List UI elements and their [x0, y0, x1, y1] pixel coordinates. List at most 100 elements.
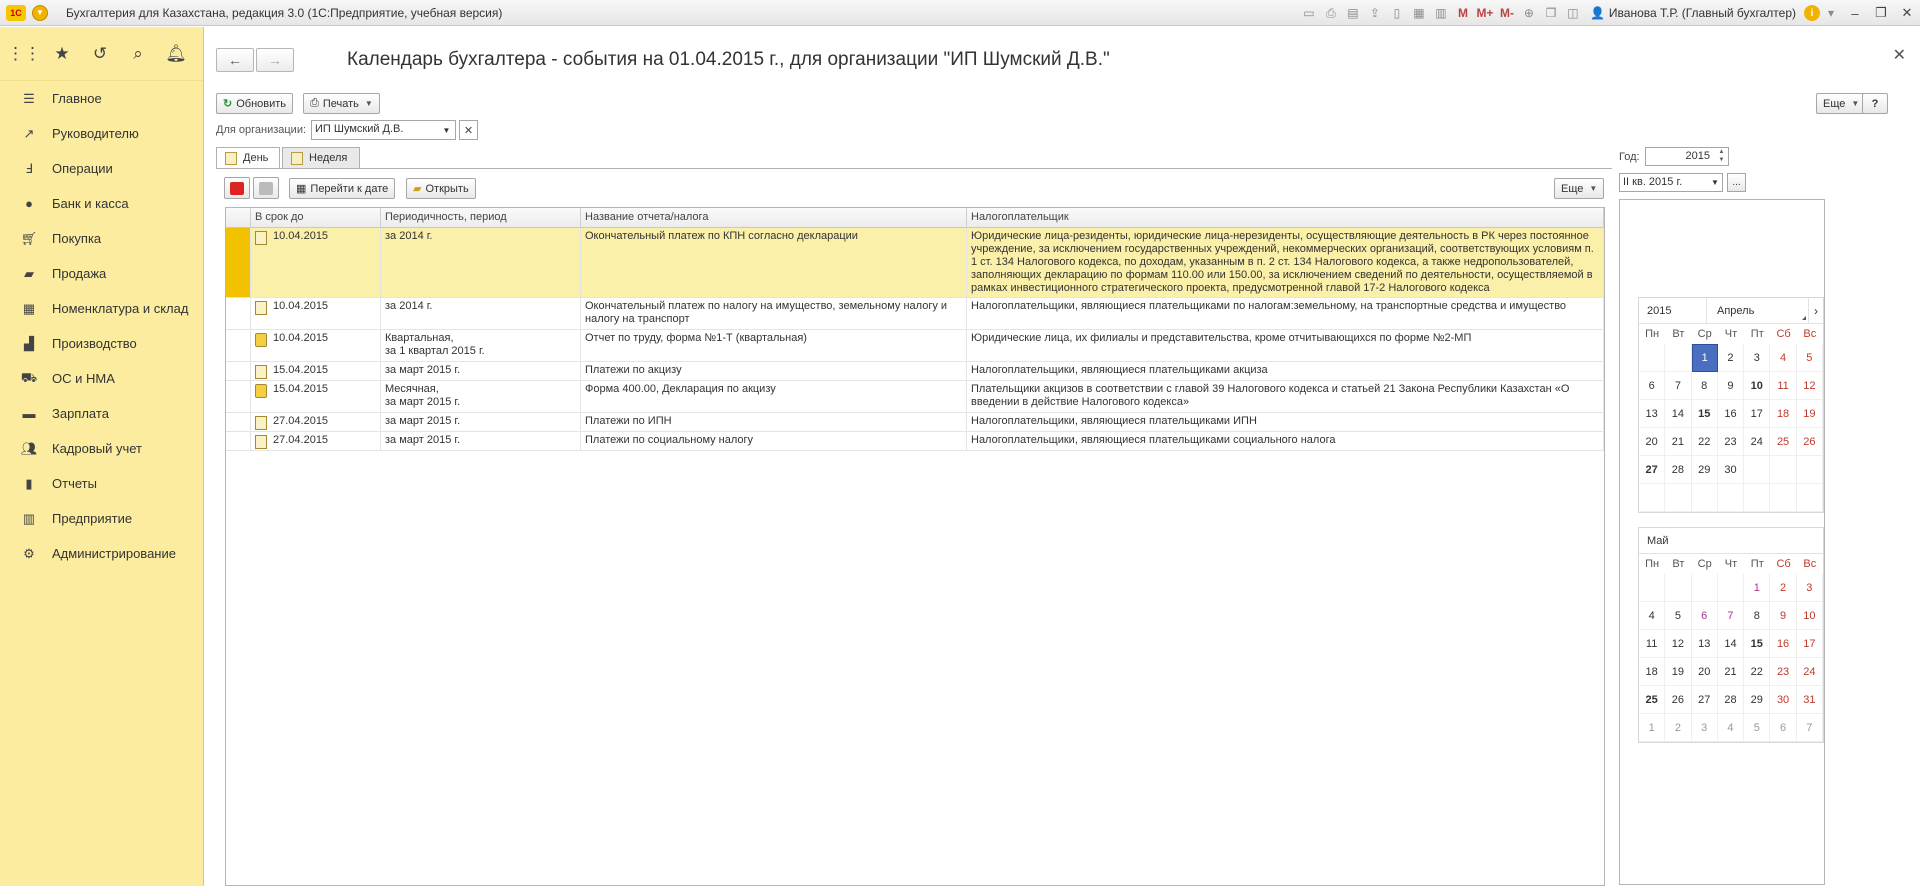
table-row[interactable]: 10.04.2015 за 2014 г. Окончательный плат… [226, 298, 1604, 330]
calendar-day[interactable]: 10 [1796, 602, 1823, 630]
sidebar-item-admin[interactable]: ⚙ Администрирование [0, 536, 203, 571]
calendar-day[interactable]: 13 [1639, 400, 1666, 428]
calendar-day[interactable]: 31 [1796, 686, 1823, 714]
current-user[interactable]: 👤 Иванова Т.Р. (Главный бухгалтер) [1590, 6, 1796, 20]
document-icon[interactable]: ▯ [1386, 2, 1408, 24]
calendar-day[interactable]: 1 [1744, 574, 1771, 602]
column-header-period[interactable]: Периодичность, период [381, 208, 581, 227]
copy-icon[interactable]: ❐ [1540, 2, 1562, 24]
sidebar-item-enterprise[interactable]: ▥ Предприятие [0, 501, 203, 536]
org-dropdown-button[interactable]: ▼ [438, 120, 456, 140]
calendar-day[interactable]: 15 [1691, 400, 1718, 428]
calendar-day[interactable]: 29 [1691, 456, 1718, 484]
column-header-due[interactable]: В срок до [251, 208, 381, 227]
calendar-day[interactable]: 22 [1744, 658, 1771, 686]
calendar-day[interactable]: 13 [1691, 630, 1718, 658]
calendar-day[interactable]: 14 [1717, 630, 1745, 658]
back-button[interactable]: ← [216, 48, 254, 72]
calendar-day[interactable]: 29 [1744, 686, 1771, 714]
calendar-day[interactable]: 14 [1665, 400, 1692, 428]
tab-week[interactable]: Неделя [282, 147, 360, 169]
main-menu-button[interactable]: ▼ [32, 4, 48, 21]
calendar-day[interactable]: 23 [1770, 658, 1797, 686]
calendar-day[interactable]: 8 [1744, 602, 1771, 630]
memory-plus-button[interactable]: M+ [1474, 2, 1496, 24]
calendar-day[interactable]: 6 [1770, 714, 1797, 742]
year-spinner[interactable]: ▲ ▼ [1715, 148, 1728, 165]
table-row[interactable]: 10.04.2015 за 2014 г. Окончательный плат… [226, 228, 1604, 298]
print-button[interactable]: ⎙ Печать ▼ [303, 93, 380, 114]
calendar-day[interactable]: 1 [1639, 714, 1666, 742]
calendar-day[interactable]: 27 [1691, 686, 1718, 714]
memory-minus-button[interactable]: M- [1496, 2, 1518, 24]
calendar-day[interactable]: 30 [1717, 456, 1745, 484]
calendar-month[interactable]: Апрель [1707, 298, 1809, 323]
favorites-icon[interactable]: ★ [50, 42, 74, 66]
sidebar-item-sales[interactable]: ▰ Продажа [0, 256, 203, 291]
calendar-day[interactable]: 28 [1665, 456, 1692, 484]
calendar-day[interactable]: 16 [1717, 400, 1745, 428]
calendar-day[interactable]: 11 [1639, 630, 1666, 658]
calendar-day[interactable]: 9 [1717, 372, 1745, 400]
calendar-day[interactable]: 4 [1717, 714, 1745, 742]
calendar-day[interactable]: 16 [1770, 630, 1797, 658]
refresh-button[interactable]: ↻ Обновить [216, 93, 294, 114]
calendar-day[interactable]: 22 [1691, 428, 1718, 456]
sidebar-item-operations[interactable]: Ⅎ Операции [0, 151, 203, 186]
calendar-day[interactable]: 5 [1796, 344, 1823, 372]
calendar-icon[interactable]: ▦ [1408, 2, 1430, 24]
save-icon[interactable]: ▭ [1298, 2, 1320, 24]
calendar-day[interactable]: 2 [1665, 714, 1692, 742]
preview-icon[interactable]: ▤ [1342, 2, 1364, 24]
bell-icon[interactable]: 🔔︎ [164, 42, 188, 66]
calendar-day[interactable]: 5 [1744, 714, 1771, 742]
history-icon[interactable]: ↺ [88, 42, 112, 66]
upload-icon[interactable]: ⇪ [1364, 2, 1386, 24]
calculator-icon[interactable]: ▥ [1430, 2, 1452, 24]
calendar-day[interactable]: 25 [1770, 428, 1797, 456]
calendar-day[interactable]: 1 [1691, 344, 1718, 372]
calendar-day[interactable]: 8 [1691, 372, 1718, 400]
sidebar-item-bank[interactable]: ● Банк и касса [0, 186, 203, 221]
calendar-day[interactable]: 15 [1744, 630, 1771, 658]
panel-icon[interactable]: ◫ [1562, 2, 1584, 24]
sidebar-item-salary[interactable]: ▬ Зарплата [0, 396, 203, 431]
calendar-day[interactable]: 30 [1770, 686, 1797, 714]
help-button[interactable]: ? [1862, 93, 1888, 114]
memory-button[interactable]: M [1452, 2, 1474, 24]
zoom-icon[interactable]: ⊕ [1518, 2, 1540, 24]
calendar-day[interactable]: 23 [1717, 428, 1745, 456]
calendar-day[interactable]: 21 [1665, 428, 1692, 456]
sidebar-item-reports[interactable]: ▮ Отчеты [0, 466, 203, 501]
search-icon[interactable]: ⌕ [126, 42, 150, 66]
calendar-day[interactable]: 7 [1665, 372, 1692, 400]
quarter-select-button[interactable]: ... [1727, 173, 1746, 192]
goto-date-button[interactable]: ▦ Перейти к дате [289, 178, 396, 199]
sidebar-item-assets[interactable]: ⛟ ОС и НМА [0, 361, 203, 396]
calendar-day[interactable]: 24 [1744, 428, 1771, 456]
open-button[interactable]: ▰ Открыть [406, 178, 476, 199]
calendar-day[interactable]: 21 [1717, 658, 1745, 686]
calendar-day[interactable]: 7 [1717, 602, 1745, 630]
next-month-button[interactable]: › [1809, 304, 1823, 318]
calendar-day[interactable]: 24 [1796, 658, 1823, 686]
org-field[interactable]: ИП Шумский Д.В. [311, 120, 453, 140]
unmark-button[interactable] [253, 177, 279, 199]
calendar-day[interactable]: 6 [1639, 372, 1666, 400]
sidebar-item-purchase[interactable]: 🛒︎ Покупка [0, 221, 203, 256]
calendar-day[interactable]: 3 [1691, 714, 1718, 742]
close-window-button[interactable]: ✕ [1894, 2, 1920, 24]
more-button[interactable]: Еще ▼ [1816, 93, 1867, 114]
org-clear-button[interactable]: ✕ [459, 120, 478, 140]
calendar-day[interactable]: 20 [1691, 658, 1718, 686]
table-row[interactable]: 27.04.2015 за март 2015 г. Платежи по ИП… [226, 413, 1604, 432]
calendar-day[interactable]: 28 [1717, 686, 1745, 714]
calendar-day[interactable]: 17 [1744, 400, 1771, 428]
sidebar-item-production[interactable]: ▟ Производство [0, 326, 203, 361]
quarter-dropdown-button[interactable]: ▼ [1707, 173, 1723, 192]
calendar-day[interactable]: 12 [1665, 630, 1692, 658]
column-header-payer[interactable]: Налогоплательщик [967, 208, 1604, 227]
calendar-day[interactable]: 9 [1770, 602, 1797, 630]
calendar-day[interactable]: 6 [1691, 602, 1718, 630]
calendar-day[interactable]: 25 [1639, 686, 1666, 714]
